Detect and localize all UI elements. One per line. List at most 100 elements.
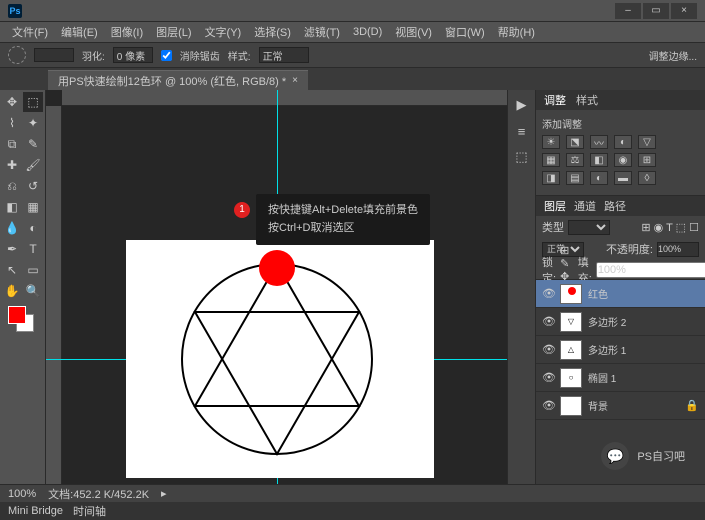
menu-file[interactable]: 文件(F) [6, 22, 54, 42]
exposure-icon[interactable]: ◐ [614, 135, 632, 149]
visibility-icon[interactable]: 👁 [542, 315, 554, 328]
bw-icon[interactable]: ◧ [590, 153, 608, 167]
adjustments-tab[interactable]: 调整 [544, 92, 566, 108]
layer-name[interactable]: 椭圆 1 [588, 370, 616, 385]
layer-name[interactable]: 红色 [588, 286, 608, 301]
properties-icon[interactable]: ⬚ [513, 148, 531, 166]
threshold-icon[interactable]: ◐ [590, 171, 608, 185]
heal-tool[interactable]: ✚ [2, 155, 22, 175]
stamp-tool[interactable]: ⎌ [2, 176, 22, 196]
foreground-color[interactable] [8, 306, 26, 324]
text-tool[interactable]: T [23, 239, 43, 259]
fill-input[interactable] [596, 262, 705, 278]
menu-image[interactable]: 图像(I) [105, 22, 149, 42]
color-swatches[interactable] [2, 302, 43, 336]
timeline-tab[interactable]: 时间轴 [73, 503, 106, 519]
menu-help[interactable]: 帮助(H) [492, 22, 541, 42]
blur-tool[interactable]: 💧 [2, 218, 22, 238]
styles-tab[interactable]: 样式 [576, 92, 598, 108]
antialias-check[interactable] [161, 50, 172, 61]
menu-window[interactable]: 窗口(W) [439, 22, 491, 42]
menu-3d[interactable]: 3D(D) [347, 24, 388, 40]
layer-thumb[interactable]: ○ [560, 368, 582, 388]
brush-tool[interactable]: 🖌 [23, 155, 43, 175]
layer-row[interactable]: 👁 ○ 椭圆 1 [536, 364, 705, 392]
paths-tab[interactable]: 路径 [604, 198, 626, 214]
marquee-tool[interactable]: ⬚ [23, 92, 43, 112]
marquee-preset-icon[interactable] [8, 46, 26, 64]
minimize-button[interactable]: – [615, 3, 641, 19]
layer-row[interactable]: 👁 ▽ 多边形 2 [536, 308, 705, 336]
layer-name[interactable]: 多边形 1 [588, 342, 626, 357]
selective-color-icon[interactable]: ◊ [638, 171, 656, 185]
status-chevron[interactable]: ▸ [161, 487, 167, 500]
visibility-icon[interactable]: 👁 [542, 371, 554, 384]
adjustments-title: 添加调整 [542, 116, 699, 131]
gradient-map-icon[interactable]: ▬ [614, 171, 632, 185]
channel-mixer-icon[interactable]: ⊞ [638, 153, 656, 167]
history-brush-tool[interactable]: ↺ [23, 176, 43, 196]
layer-name[interactable]: 背景 [588, 398, 608, 413]
eraser-tool[interactable]: ◧ [2, 197, 22, 217]
gradient-tool[interactable]: ▦ [23, 197, 43, 217]
style-select[interactable]: 正常 [259, 47, 309, 63]
document-tab[interactable]: 用PS快速绘制12色环 @ 100% (红色, RGB/8) * × [48, 70, 308, 90]
invert-icon[interactable]: ◨ [542, 171, 560, 185]
layer-row[interactable]: 👁 红色 [536, 280, 705, 308]
menu-type[interactable]: 文字(Y) [199, 22, 248, 42]
color-balance-icon[interactable]: ⚖ [566, 153, 584, 167]
levels-icon[interactable]: ⬔ [566, 135, 584, 149]
menu-select[interactable]: 选择(S) [248, 22, 297, 42]
layer-thumb[interactable] [560, 396, 582, 416]
visibility-icon[interactable]: 👁 [542, 399, 554, 412]
menu-filter[interactable]: 滤镜(T) [298, 22, 346, 42]
curves-icon[interactable]: 〰 [590, 135, 608, 149]
wand-tool[interactable]: ✦ [23, 113, 43, 133]
opacity-input[interactable] [657, 242, 699, 257]
dodge-tool[interactable]: ◐ [23, 218, 43, 238]
kind-select[interactable] [568, 220, 610, 235]
layers-tab[interactable]: 图层 [544, 198, 566, 214]
eyedropper-tool[interactable]: ✎ [23, 134, 43, 154]
zoom-level[interactable]: 100% [8, 488, 36, 500]
posterize-icon[interactable]: ▤ [566, 171, 584, 185]
visibility-icon[interactable]: 👁 [542, 287, 554, 300]
watermark: 💬 PS自习吧 [601, 442, 685, 470]
tab-close-icon[interactable]: × [292, 75, 298, 86]
ruler-horizontal[interactable] [62, 90, 507, 106]
pen-tool[interactable]: ✒ [2, 239, 22, 259]
history-icon[interactable]: ▶ [513, 96, 531, 114]
path-tool[interactable]: ↖ [2, 260, 22, 280]
move-tool[interactable]: ✥ [2, 92, 22, 112]
layer-name[interactable]: 多边形 2 [588, 314, 626, 329]
close-button[interactable]: × [671, 3, 697, 19]
channels-tab[interactable]: 通道 [574, 198, 596, 214]
brightness-icon[interactable]: ☀ [542, 135, 560, 149]
layer-thumb[interactable] [560, 284, 582, 304]
layer-thumb[interactable]: ▽ [560, 312, 582, 332]
layer-row[interactable]: 👁 背景 🔒 [536, 392, 705, 420]
crop-tool[interactable]: ⧉ [2, 134, 22, 154]
hue-icon[interactable]: ▦ [542, 153, 560, 167]
layer-thumb[interactable]: △ [560, 340, 582, 360]
minibridge-tab[interactable]: Mini Bridge [8, 505, 63, 517]
ruler-vertical[interactable] [46, 106, 62, 484]
photo-filter-icon[interactable]: ◉ [614, 153, 632, 167]
visibility-icon[interactable]: 👁 [542, 343, 554, 356]
menu-view[interactable]: 视图(V) [389, 22, 438, 42]
zoom-tool[interactable]: 🔍 [23, 281, 43, 301]
menu-edit[interactable]: 编辑(E) [55, 22, 104, 42]
vibrance-icon[interactable]: ▽ [638, 135, 656, 149]
hand-tool[interactable]: ✋ [2, 281, 22, 301]
canvas-area[interactable]: 1 按快捷键Alt+Delete填充前景色 按Ctrl+D取消选区 [46, 90, 507, 484]
menu-layer[interactable]: 图层(L) [150, 22, 197, 42]
canvas[interactable] [126, 240, 434, 478]
selection-mode[interactable] [34, 48, 74, 62]
lasso-tool[interactable]: ⌇ [2, 113, 22, 133]
refine-edge[interactable]: 调整边缘... [649, 48, 697, 63]
actions-icon[interactable]: ≡ [513, 122, 531, 140]
maximize-button[interactable]: ▭ [643, 3, 669, 19]
shape-tool[interactable]: ▭ [23, 260, 43, 280]
feather-input[interactable]: 0 像素 [113, 47, 153, 63]
layer-row[interactable]: 👁 △ 多边形 1 [536, 336, 705, 364]
